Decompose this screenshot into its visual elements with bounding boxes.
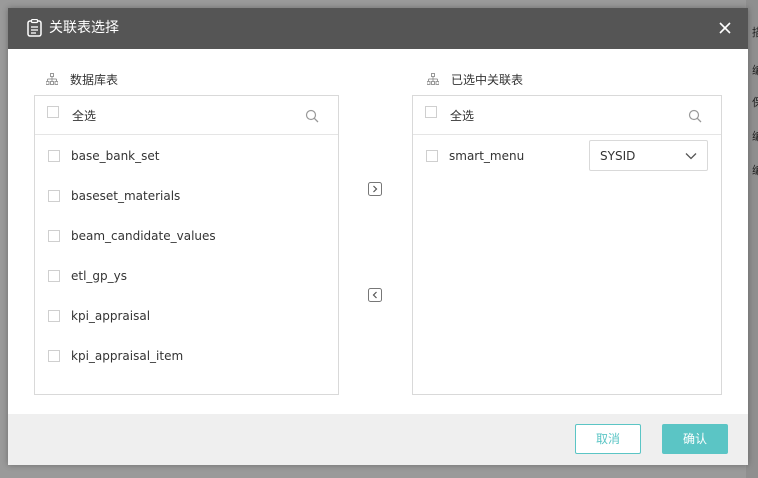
chevron-left-icon[interactable] — [368, 288, 382, 302]
search-icon[interactable] — [305, 109, 319, 123]
item-checkbox[interactable] — [48, 190, 60, 202]
sitemap-icon — [427, 73, 439, 85]
right-section-title: 已选中关联表 — [427, 72, 627, 88]
list-item[interactable]: kpi_appraisal — [35, 296, 338, 336]
item-checkbox[interactable] — [48, 310, 60, 322]
list-item[interactable]: kpi_appraisal_item — [35, 336, 338, 376]
background-glyph: 编 — [752, 164, 758, 177]
database-tables-panel: 全选 base_bank_set baseset_materials beam_… — [34, 95, 339, 395]
list-item[interactable]: etl_gp_ys — [35, 256, 338, 296]
search-icon[interactable] — [688, 109, 702, 123]
select-all-label: 全选 — [450, 109, 475, 123]
selected-tables-panel: 全选 smart_menu SYSID — [412, 95, 722, 395]
list-item[interactable]: baseset_materials — [35, 176, 338, 216]
left-section-label: 数据库表 — [70, 73, 119, 87]
select-all-label: 全选 — [72, 109, 97, 123]
close-icon[interactable] — [716, 19, 734, 37]
background-glyph: 编 — [752, 130, 758, 143]
dialog-footer: 取消 确认 — [8, 414, 748, 465]
dialog-header: 关联表选择 — [8, 8, 748, 49]
item-checkbox[interactable] — [426, 150, 438, 162]
background-glyph: 描 — [752, 26, 758, 39]
item-checkbox[interactable] — [48, 350, 60, 362]
table-name: etl_gp_ys — [71, 269, 128, 283]
list-item[interactable]: base_bank_set — [35, 136, 338, 176]
chevron-right-icon[interactable] — [368, 182, 382, 196]
select-all-checkbox[interactable] — [47, 106, 59, 118]
list-item[interactable]: beam_candidate_values — [35, 216, 338, 256]
item-checkbox[interactable] — [48, 230, 60, 242]
confirm-button[interactable]: 确认 — [662, 424, 728, 454]
field-select-value: SYSID — [600, 149, 636, 163]
table-name: baseset_materials — [71, 189, 181, 203]
chevron-down-icon — [685, 153, 697, 160]
relation-table-dialog: 关联表选择 数据库表 全选 base_bank_set baseset_mate… — [8, 8, 748, 465]
cancel-button[interactable]: 取消 — [575, 424, 641, 454]
table-name: smart_menu — [449, 149, 525, 163]
right-panel-header: 全选 — [413, 96, 721, 135]
table-name: kpi_appraisal_item — [71, 349, 184, 363]
table-name: base_bank_set — [71, 149, 160, 163]
item-checkbox[interactable] — [48, 150, 60, 162]
background-glyph: 保 — [752, 96, 758, 109]
field-select[interactable]: SYSID — [589, 140, 708, 171]
right-section-label: 已选中关联表 — [451, 73, 524, 87]
table-name: kpi_appraisal — [71, 309, 151, 323]
left-panel-header: 全选 — [35, 96, 338, 135]
background-glyph: 编 — [752, 64, 758, 77]
dialog-title: 关联表选择 — [49, 20, 119, 36]
clipboard-icon — [27, 19, 42, 37]
select-all-checkbox[interactable] — [425, 106, 437, 118]
table-name: beam_candidate_values — [71, 229, 216, 243]
left-section-title: 数据库表 — [46, 72, 246, 88]
item-checkbox[interactable] — [48, 270, 60, 282]
sitemap-icon — [46, 73, 58, 85]
